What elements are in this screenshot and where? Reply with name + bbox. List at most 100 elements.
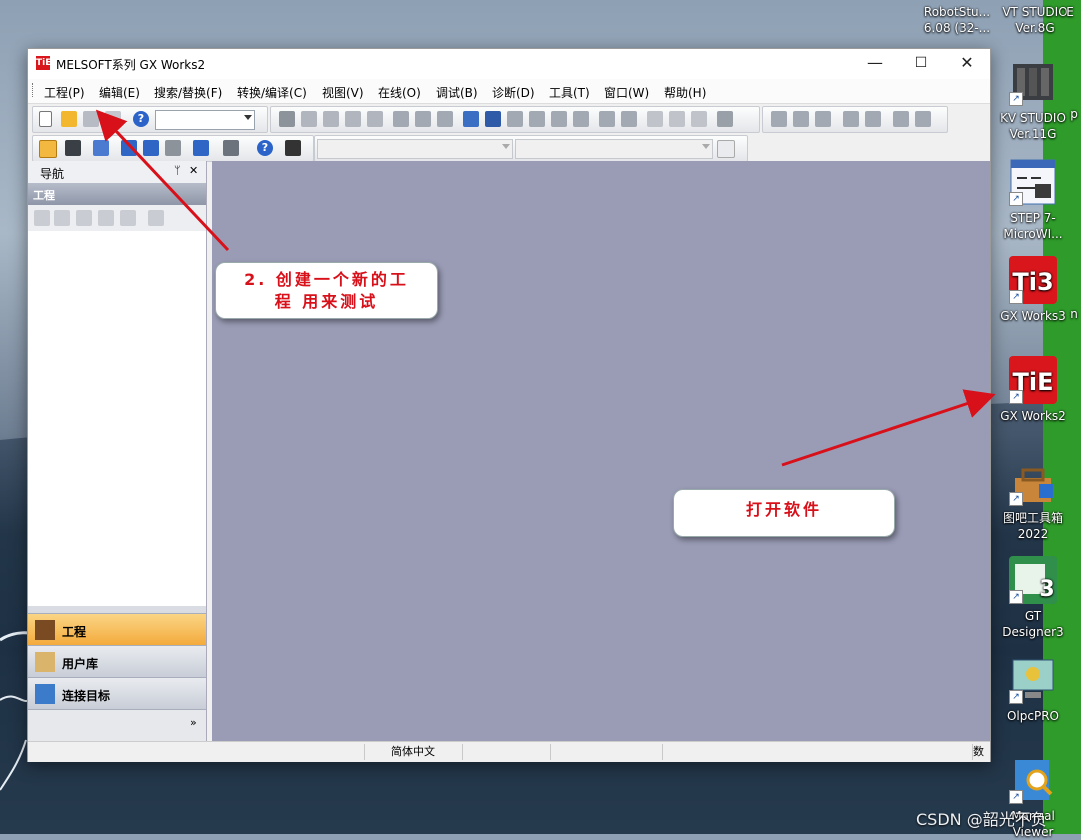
menu-online[interactable]: 在线(O) <box>378 84 421 101</box>
monitor-icon[interactable] <box>717 111 733 127</box>
menu-find-replace[interactable]: 搜索/替换(F) <box>154 84 222 101</box>
cross-reference-icon[interactable] <box>463 111 479 127</box>
copy-icon[interactable] <box>301 111 317 127</box>
contact-no-icon[interactable] <box>771 111 787 127</box>
status-cell-2 <box>462 744 549 760</box>
nav-tab-user-library[interactable]: 用户库 <box>28 645 206 678</box>
find-contact-icon[interactable] <box>507 111 523 127</box>
verify-plc-icon[interactable] <box>691 111 707 127</box>
navigation-pane: 导航 ᛘ ✕ 工程 工程 用户库 连接目标 » <box>28 161 207 741</box>
copy-data-icon[interactable] <box>54 210 70 226</box>
minimize-button[interactable]: — <box>852 49 898 79</box>
delete-line-icon[interactable] <box>915 111 931 127</box>
redo-icon[interactable] <box>367 111 383 127</box>
gx-works2-desktop-icon[interactable]: TiE ↗ GX Works2 <box>994 356 1072 424</box>
dev-search-icon[interactable] <box>437 111 453 127</box>
menu-view[interactable]: 视图(V) <box>322 84 364 101</box>
print-icon[interactable] <box>105 111 121 127</box>
shortcut-arrow-icon: ↗ <box>1009 590 1023 604</box>
kv-studio-desktop-icon[interactable]: ↗ KV STUDIO Ver.11G <box>994 58 1072 142</box>
navigation-toggle-icon[interactable] <box>39 140 57 158</box>
chevron-down-icon <box>702 144 710 149</box>
partial-view-icon[interactable] <box>65 140 81 156</box>
menu-project[interactable]: 工程(P) <box>44 84 85 101</box>
edge-partial-desktop-icon[interactable]: E <box>1060 4 1080 20</box>
jump-icon[interactable] <box>485 111 501 127</box>
refresh-icon[interactable] <box>120 210 136 226</box>
pin-icon[interactable]: ᛘ <box>174 164 181 177</box>
paste-icon[interactable] <box>323 111 339 127</box>
dev-monitor-icon[interactable] <box>121 140 137 156</box>
contact-nc-icon[interactable] <box>793 111 809 127</box>
new-file-icon[interactable] <box>39 111 52 127</box>
find-next-icon[interactable] <box>573 111 589 127</box>
status-bar: 简体中文 数3 <box>28 741 990 762</box>
menu-window[interactable]: 窗口(W) <box>604 84 649 101</box>
find-instruction-icon[interactable] <box>529 111 545 127</box>
help-icon[interactable]: ? <box>133 111 149 127</box>
nav-tab-project[interactable]: 工程 <box>28 613 206 646</box>
navigation-close-button[interactable]: ✕ <box>189 164 198 177</box>
dev-batch-monitor-icon[interactable] <box>165 140 181 156</box>
maximize-button[interactable]: ☐ <box>898 49 944 79</box>
paste-data-icon[interactable] <box>76 210 92 226</box>
undo-icon[interactable] <box>345 111 361 127</box>
dev-find-icon[interactable] <box>393 111 409 127</box>
delete-data-icon[interactable] <box>98 210 114 226</box>
gt-designer3-label: GT Designer3 <box>1002 609 1064 639</box>
gx-works3-desktop-icon[interactable]: Ti3 ↗ GX Works3 <box>994 256 1072 324</box>
read-plc-icon[interactable] <box>647 111 663 127</box>
cut-icon[interactable] <box>279 111 295 127</box>
title-bar[interactable]: TiE MELSOFT系列 GX Works2 — ☐ ✕ <box>28 49 990 79</box>
navigation-splitter[interactable] <box>28 606 206 613</box>
function-icon[interactable] <box>843 111 859 127</box>
status-cell-4 <box>662 744 973 760</box>
gt-designer3-desktop-icon[interactable]: 3 ↗ GT Designer3 <box>994 556 1072 640</box>
filter-combo-2[interactable] <box>515 139 713 159</box>
toolbox-icon: ↗ <box>1009 458 1057 506</box>
watch-icon[interactable] <box>193 140 209 156</box>
dev-batch-icon[interactable] <box>599 111 615 127</box>
dev-list-icon[interactable] <box>621 111 637 127</box>
status-cell-message <box>30 744 360 760</box>
partial-label: E <box>1066 5 1074 19</box>
dev-register-icon[interactable] <box>143 140 159 156</box>
window-title: MELSOFT系列 GX Works2 <box>56 58 206 72</box>
project-combo[interactable] <box>155 110 255 130</box>
olpcpro-desktop-icon[interactable]: ↗ OlpcPRO <box>994 656 1072 724</box>
menu-edit[interactable]: 编辑(E) <box>99 84 140 101</box>
coil-icon[interactable] <box>815 111 831 127</box>
context-help-icon[interactable]: ? <box>257 140 273 156</box>
close-button[interactable]: ✕ <box>944 49 990 79</box>
filter-combo-1[interactable] <box>317 139 513 159</box>
shortcut-arrow-icon: ↗ <box>1009 790 1023 804</box>
properties-icon[interactable] <box>148 210 164 226</box>
partial-n-desktop-icon[interactable]: n <box>1066 306 1081 322</box>
menu-tools[interactable]: 工具(T) <box>549 84 590 101</box>
partial-p-desktop-icon[interactable]: p <box>1066 106 1081 122</box>
menubar-grip[interactable] <box>32 83 36 97</box>
binoculars-icon[interactable] <box>285 140 301 156</box>
open-folder-icon[interactable] <box>61 111 77 127</box>
menu-convert-compile[interactable]: 转换/编译(C) <box>237 84 307 101</box>
save-icon[interactable] <box>83 111 99 127</box>
element-selection-icon[interactable] <box>93 140 109 156</box>
nav-tab-connection[interactable]: 连接目标 <box>28 677 206 710</box>
robotstudio-desktop-icon[interactable]: RobotStu... 6.08 (32-... <box>918 4 996 36</box>
gx-works3-label: GX Works3 <box>1000 309 1066 323</box>
hline-icon[interactable] <box>865 111 881 127</box>
step7-microwin-desktop-icon[interactable]: ↗ STEP 7-MicroWI... <box>994 158 1072 242</box>
workspace-area[interactable] <box>212 161 990 741</box>
dev-replace-icon[interactable] <box>415 111 431 127</box>
document-icon[interactable] <box>717 140 735 158</box>
tuba-toolbox-desktop-icon[interactable]: ↗ 图吧工具箱 2022 <box>994 458 1072 542</box>
menu-debug[interactable]: 调试(B) <box>436 84 478 101</box>
menu-diagnostics[interactable]: 诊断(D) <box>492 84 535 101</box>
vline-icon[interactable] <box>893 111 909 127</box>
chevron-more-icon[interactable]: » <box>190 716 197 729</box>
write-plc-icon[interactable] <box>669 111 685 127</box>
new-data-icon[interactable] <box>34 210 50 226</box>
search-tool-icon[interactable] <box>223 140 239 156</box>
find-string-icon[interactable] <box>551 111 567 127</box>
menu-help[interactable]: 帮助(H) <box>664 84 706 101</box>
